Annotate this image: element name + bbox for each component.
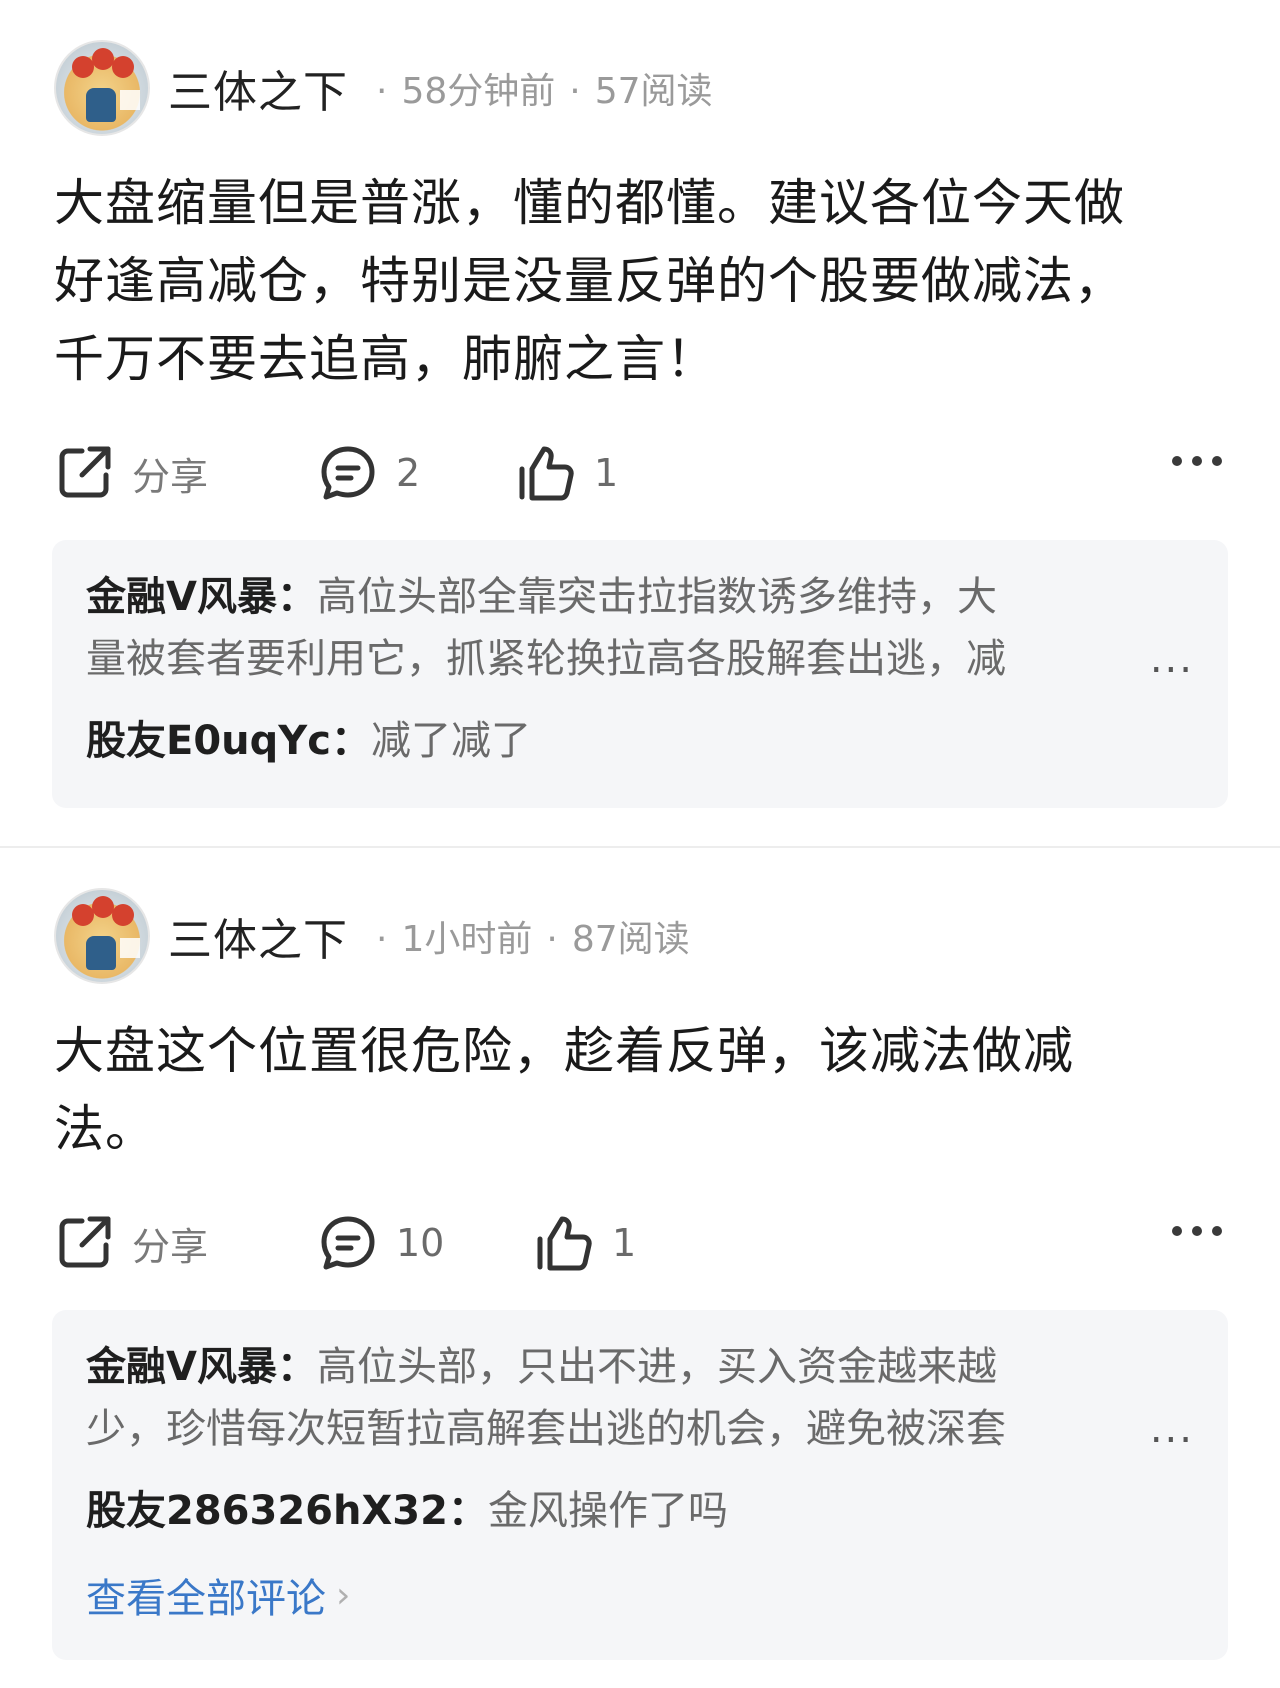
comment-item[interactable]: 股友286326hX32：金风操作了吗 (86, 1480, 1186, 1542)
comment-ellipsis: ... (1149, 1406, 1194, 1452)
share-label: 分享 (132, 1224, 209, 1269)
comment-text: 高位头部全靠突击拉指数诱多维持，大 (316, 574, 997, 620)
like-count: 1 (612, 1221, 637, 1265)
post-content-line: 大盘缩量但是普涨，懂的都懂。建议各位今天做 (54, 174, 1125, 232)
post-time: 58分钟前 (401, 71, 556, 112)
view-all-label: 查看全部评论 (86, 1576, 326, 1622)
thumbs-up-icon (537, 1216, 592, 1271)
comment-button[interactable]: 2 (318, 438, 420, 508)
comment-text-line: 少，珍惜每次短暂拉高解套出逃的机会，避免被深套 (86, 1406, 1006, 1452)
share-button[interactable]: 分享 (54, 1208, 208, 1278)
post-card: 三体之下 · 1小时前 · 87阅读 大盘这个位置很危险，趁着反弹，该减法做减 法。 … (0, 848, 1280, 1688)
read-count: 57阅读 (594, 71, 713, 112)
avatar[interactable] (54, 40, 150, 136)
author-name[interactable]: 三体之下 (168, 56, 348, 120)
comment-item[interactable]: 股友E0uqYc：减了减了 (86, 710, 1186, 772)
avatar[interactable] (54, 888, 150, 984)
post-content[interactable]: 大盘缩量但是普涨，懂的都懂。建议各位今天做 好逢高减仓，特别是没量反弹的个股要做… (54, 164, 1234, 398)
comment-icon (321, 1216, 375, 1270)
comment-item[interactable]: 金融V风暴：高位头部全靠突击拉指数诱多维持，大 (86, 566, 1186, 628)
comment-text-line: 量被套者要利用它，抓紧轮换拉高各股解套出逃，减 (86, 636, 1006, 682)
post-content[interactable]: 大盘这个位置很危险，趁着反弹，该减法做减 法。 (54, 1012, 1234, 1168)
comment-count: 10 (396, 1221, 445, 1265)
post-content-line: 好逢高减仓，特别是没量反弹的个股要做减法， (54, 252, 1125, 310)
more-icon[interactable] (1172, 456, 1222, 466)
comment-text: 高位头部，只出不进，买入资金越来越 (316, 1344, 997, 1390)
share-button[interactable]: 分享 (54, 438, 208, 508)
post-content-line: 法。 (54, 1100, 156, 1158)
like-count: 1 (594, 451, 619, 495)
post-meta: · 1小时前 · 87阅读 (376, 919, 690, 960)
share-icon (59, 446, 111, 498)
commenter-name[interactable]: 股友286326hX32： (86, 1488, 488, 1534)
comment-button[interactable]: 10 (318, 1208, 444, 1278)
post-card: 三体之下 · 58分钟前 · 57阅读 大盘缩量但是普涨，懂的都懂。建议各位今天做 好… (0, 0, 1280, 846)
action-bar: 分享 2 1 (54, 438, 1222, 508)
thumbs-up-icon (519, 446, 574, 501)
comment-ellipsis: ... (1149, 636, 1194, 682)
like-button[interactable]: 1 (534, 1208, 636, 1278)
share-icon (59, 1216, 111, 1268)
commenter-name[interactable]: 金融V风暴： (86, 574, 317, 620)
commenter-name[interactable]: 金融V风暴： (86, 1344, 317, 1390)
comment-count: 2 (396, 451, 421, 495)
comment-preview[interactable]: 金融V风暴：高位头部全靠突击拉指数诱多维持，大 量被套者要利用它，抓紧轮换拉高各… (52, 540, 1228, 808)
comment-icon (321, 446, 375, 500)
comment-preview[interactable]: 金融V风暴：高位头部，只出不进，买入资金越来越 少，珍惜每次短暂拉高解套出逃的机… (52, 1310, 1228, 1660)
like-button[interactable]: 1 (516, 438, 618, 508)
view-all-comments-link[interactable]: 查看全部评论 › (86, 1564, 350, 1626)
comment-item[interactable]: 金融V风暴：高位头部，只出不进，买入资金越来越 (86, 1336, 1186, 1398)
action-bar: 分享 10 1 (54, 1208, 1222, 1278)
post-header: 三体之下 · 58分钟前 · 57阅读 (54, 40, 713, 136)
post-meta: · 58分钟前 · 57阅读 (376, 71, 713, 112)
comment-text: 减了减了 (370, 718, 531, 764)
post-time: 1小时前 (401, 919, 533, 960)
chevron-right-icon: › (336, 1574, 351, 1616)
more-icon[interactable] (1172, 1226, 1222, 1236)
post-content-line: 大盘这个位置很危险，趁着反弹，该减法做减 (54, 1022, 1074, 1080)
author-name[interactable]: 三体之下 (168, 904, 348, 968)
commenter-name[interactable]: 股友E0uqYc： (86, 718, 371, 764)
comment-text: 金风操作了吗 (487, 1488, 728, 1534)
post-content-line: 千万不要去追高，肺腑之言！ (54, 330, 717, 388)
share-label: 分享 (132, 454, 209, 499)
read-count: 87阅读 (571, 919, 690, 960)
post-header: 三体之下 · 1小时前 · 87阅读 (54, 888, 690, 984)
